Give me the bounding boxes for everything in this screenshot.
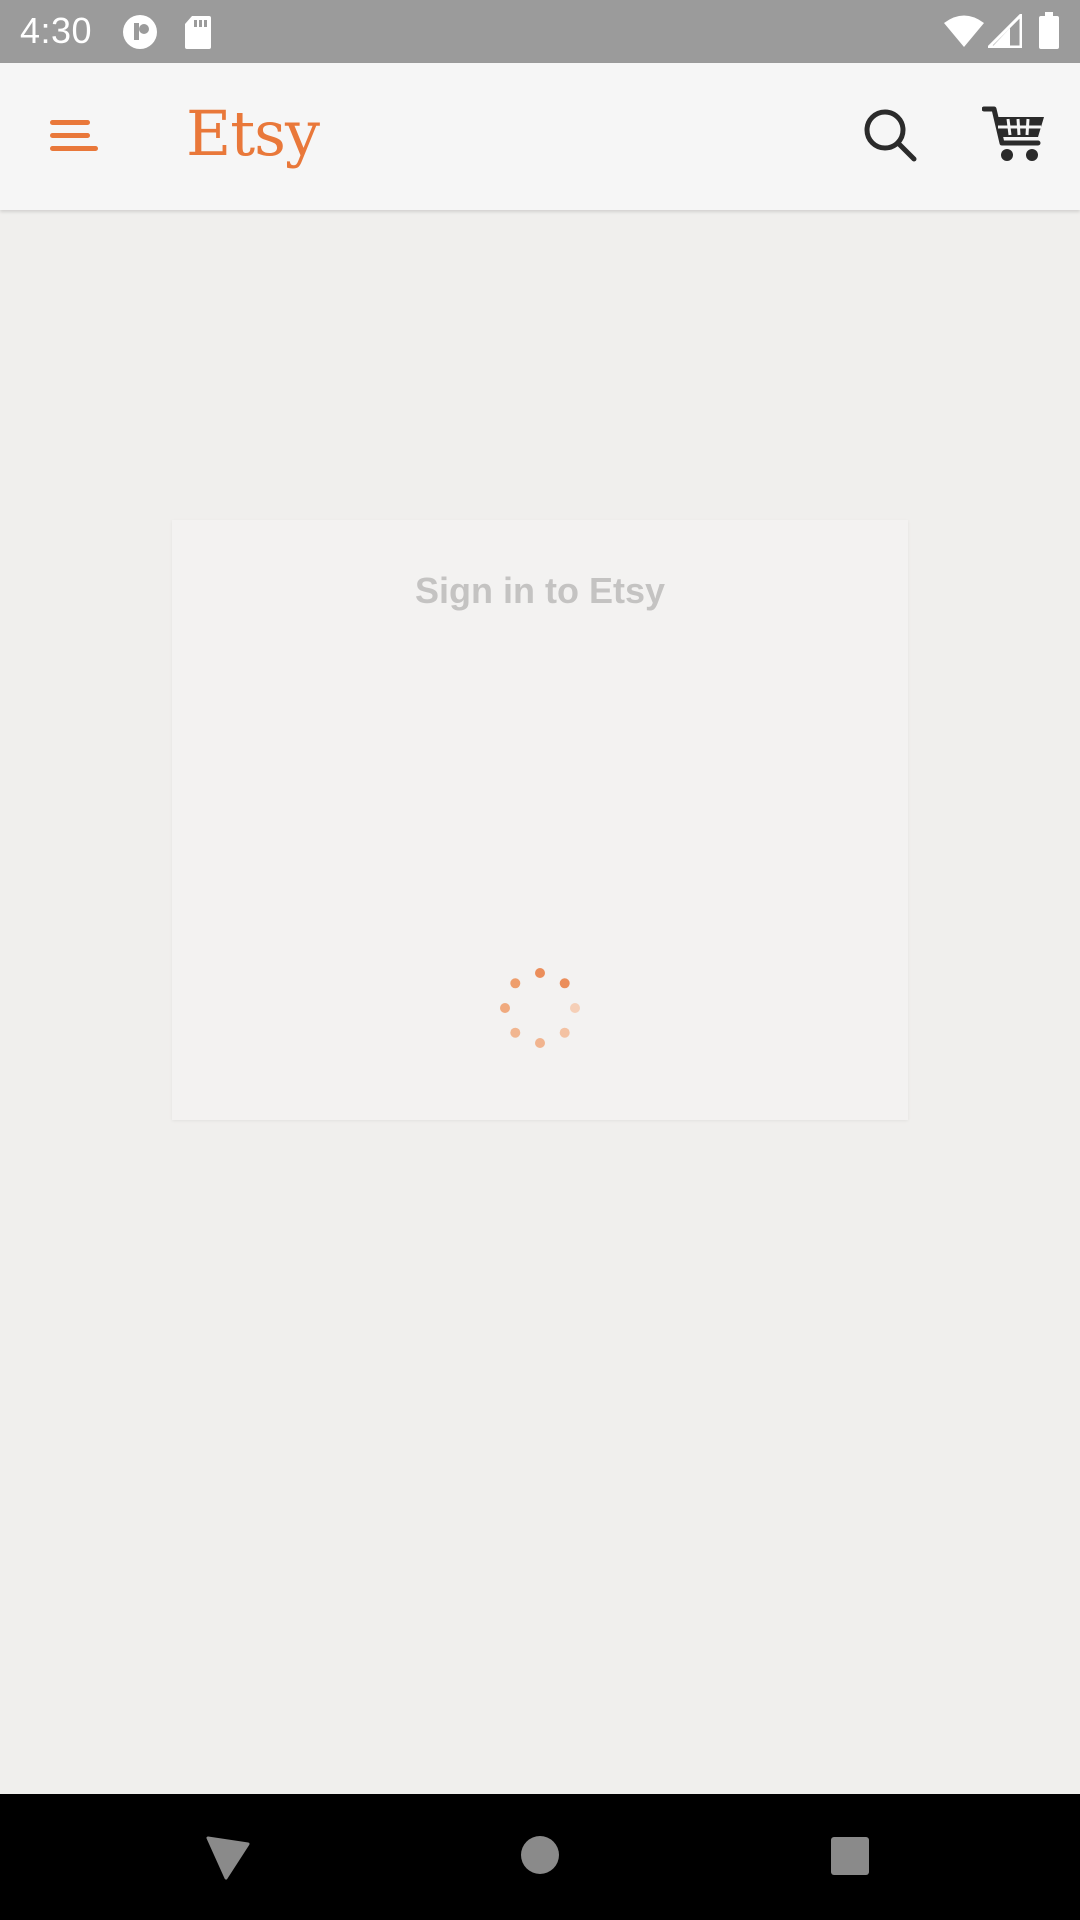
status-time: 4:30 <box>20 10 93 51</box>
home-icon <box>519 1834 561 1876</box>
cell-signal-icon <box>988 14 1022 48</box>
app-bar: Etsy <box>0 63 1080 210</box>
back-button[interactable] <box>204 1834 252 1882</box>
sd-card-icon <box>184 14 212 50</box>
etsy-logo[interactable]: Etsy <box>186 99 320 169</box>
system-nav-bar <box>0 1794 1080 1920</box>
search-button[interactable] <box>860 105 920 165</box>
cart-icon <box>982 103 1048 165</box>
signin-title: Sign in to Etsy <box>414 570 665 611</box>
recents-button[interactable] <box>830 1836 870 1876</box>
menu-button[interactable] <box>42 111 102 161</box>
cart-button[interactable] <box>982 103 1048 165</box>
recents-icon <box>830 1836 870 1876</box>
hamburger-menu-icon <box>42 111 102 161</box>
status-bar: 4:30 <box>0 0 1080 63</box>
wifi-icon <box>944 14 984 48</box>
home-button[interactable] <box>519 1834 561 1876</box>
loading-spinner-icon <box>494 962 586 1054</box>
app-notification-icon <box>122 14 158 50</box>
screen: 4:30 Etsy Sign in to Etsy <box>0 0 1080 1920</box>
signin-card: Sign in to Etsy <box>172 520 908 1120</box>
back-icon <box>204 1834 252 1882</box>
battery-icon <box>1038 12 1060 50</box>
search-icon <box>860 105 920 165</box>
